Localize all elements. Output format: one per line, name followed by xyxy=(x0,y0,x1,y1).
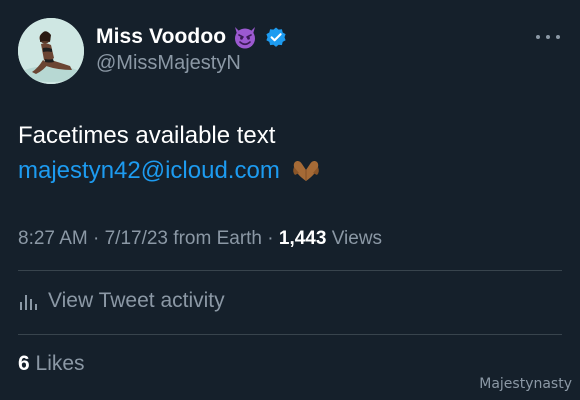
more-dot-icon xyxy=(556,35,560,39)
divider xyxy=(18,270,562,271)
tweet-text-line-2: majestyn42@icloud.com xyxy=(18,157,322,185)
divider xyxy=(18,334,562,335)
author-name-row[interactable]: Miss Voodoo xyxy=(96,22,288,52)
meta-separator: · xyxy=(93,228,100,249)
views-label: Views xyxy=(331,228,383,249)
author-display-name[interactable]: Miss Voodoo xyxy=(96,25,226,49)
tweet-meta: 8:27 AM · 7/17/23 from Earth · 1,443 Vie… xyxy=(18,228,382,250)
tweet-detail-view: Miss Voodoo @MissMajestyN Facetimes avai… xyxy=(0,0,580,400)
tweet-text: Facetimes available text xyxy=(18,122,276,149)
more-dot-icon xyxy=(546,35,550,39)
view-tweet-activity-label: View Tweet activity xyxy=(48,289,225,312)
likes-number: 6 xyxy=(18,352,30,375)
views-count: 1,443 xyxy=(278,228,327,249)
more-options-button[interactable] xyxy=(536,28,560,46)
tweet-time[interactable]: 8:27 AM xyxy=(18,228,88,249)
watermark: Majestynasty xyxy=(479,376,572,392)
avatar[interactable] xyxy=(18,18,84,84)
bar-chart-icon xyxy=(20,295,37,310)
verified-badge-icon xyxy=(266,27,286,47)
smiling-devil-emoji-icon xyxy=(235,27,256,49)
author-handle[interactable]: @MissMajestyN xyxy=(96,52,241,75)
likes-label: Likes xyxy=(35,352,85,375)
email-link[interactable]: majestyn42@icloud.com xyxy=(18,157,280,185)
tweet-source: from Earth xyxy=(173,228,262,249)
heart-hands-emoji-icon xyxy=(293,160,319,181)
tweet-date[interactable]: 7/17/23 xyxy=(105,228,168,249)
meta-separator: · xyxy=(267,228,274,249)
more-dot-icon xyxy=(536,35,540,39)
view-tweet-activity-button[interactable]: View Tweet activity xyxy=(18,284,225,318)
avatar-photo xyxy=(18,18,84,84)
likes-count[interactable]: 6 Likes xyxy=(18,352,85,376)
